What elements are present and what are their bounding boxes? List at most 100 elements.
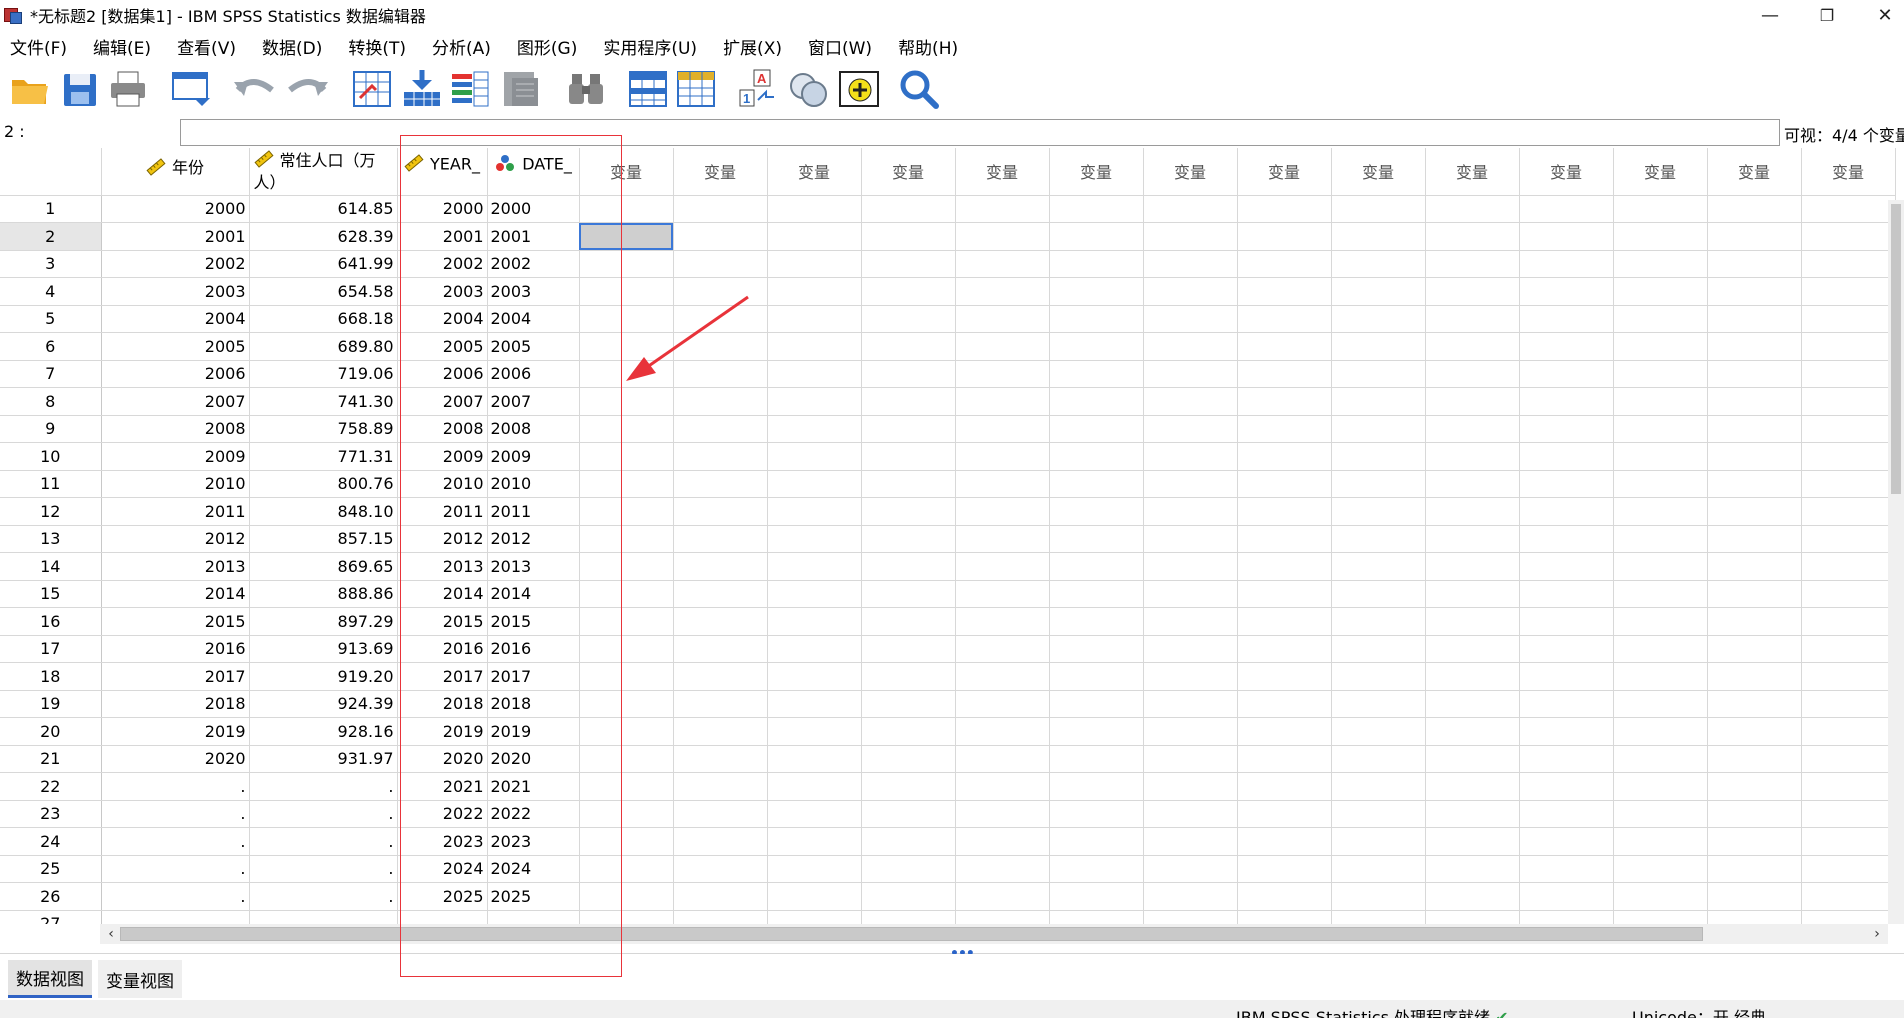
data-cell[interactable]: 2000 <box>487 195 580 223</box>
empty-cell[interactable] <box>1613 662 1708 691</box>
empty-cell[interactable] <box>1143 222 1238 251</box>
empty-cell[interactable] <box>579 772 674 801</box>
empty-cell[interactable] <box>1143 635 1238 663</box>
empty-cell[interactable] <box>1801 360 1896 388</box>
data-cell[interactable]: 2021 <box>397 772 488 801</box>
empty-cell[interactable] <box>579 607 674 636</box>
empty-cell[interactable] <box>1613 222 1708 251</box>
pane-splitter[interactable]: ••• <box>0 944 1904 962</box>
empty-cell[interactable] <box>673 305 768 333</box>
empty-cell[interactable] <box>767 745 862 773</box>
data-cell[interactable]: 2022 <box>397 800 488 828</box>
empty-cell[interactable] <box>861 552 956 581</box>
data-cell[interactable]: 2011 <box>101 497 250 526</box>
data-cell[interactable]: 2022 <box>487 800 580 828</box>
empty-cell[interactable] <box>1331 772 1426 801</box>
empty-cell[interactable] <box>1613 387 1708 416</box>
empty-cell[interactable] <box>1143 195 1238 223</box>
data-cell[interactable]: 2013 <box>487 552 580 581</box>
empty-cell[interactable] <box>1425 415 1520 443</box>
empty-cell[interactable] <box>1331 195 1426 223</box>
row-number[interactable]: 19 <box>0 690 102 718</box>
data-cell[interactable]: 2003 <box>487 277 580 306</box>
empty-cell[interactable] <box>1707 882 1802 911</box>
empty-cell[interactable] <box>1613 442 1708 471</box>
empty-cell[interactable] <box>673 222 768 251</box>
empty-cell[interactable] <box>955 580 1050 608</box>
row-number[interactable]: 25 <box>0 855 102 883</box>
grid-corner[interactable] <box>0 148 102 196</box>
empty-cell[interactable] <box>1707 332 1802 361</box>
empty-cell[interactable] <box>955 772 1050 801</box>
data-cell[interactable]: 2009 <box>487 442 580 471</box>
empty-cell[interactable] <box>1801 332 1896 361</box>
data-cell[interactable]: 2012 <box>397 525 488 553</box>
empty-cell[interactable] <box>673 497 768 526</box>
row-number[interactable]: 8 <box>0 387 102 416</box>
empty-cell[interactable] <box>1519 635 1614 663</box>
empty-cell[interactable] <box>1049 387 1144 416</box>
empty-cell[interactable] <box>955 222 1050 251</box>
data-cell[interactable] <box>487 910 580 924</box>
data-cell[interactable]: 2013 <box>397 552 488 581</box>
restore-button[interactable]: ❐ <box>1802 0 1852 30</box>
data-cell[interactable]: 928.16 <box>249 717 398 746</box>
empty-cell[interactable] <box>1143 415 1238 443</box>
data-cell[interactable]: 2000 <box>101 195 250 223</box>
empty-cell[interactable] <box>1801 772 1896 801</box>
data-cell[interactable]: 2025 <box>487 882 580 911</box>
empty-cell[interactable] <box>1519 772 1614 801</box>
data-cell[interactable]: . <box>249 827 398 856</box>
empty-cell[interactable] <box>1707 305 1802 333</box>
empty-cell[interactable] <box>1049 195 1144 223</box>
empty-cell[interactable] <box>1143 607 1238 636</box>
empty-cell[interactable] <box>1049 882 1144 911</box>
row-number[interactable]: 23 <box>0 800 102 828</box>
empty-cell[interactable] <box>1049 222 1144 251</box>
data-cell[interactable]: 2008 <box>397 415 488 443</box>
empty-cell[interactable] <box>1425 662 1520 691</box>
empty-variable-header[interactable]: 变量 <box>1049 148 1144 196</box>
data-cell[interactable]: 2011 <box>487 497 580 526</box>
data-cell[interactable]: 2025 <box>397 882 488 911</box>
empty-cell[interactable] <box>955 442 1050 471</box>
empty-cell[interactable] <box>1331 222 1426 251</box>
data-cell[interactable]: 2012 <box>101 525 250 553</box>
empty-cell[interactable] <box>579 387 674 416</box>
empty-cell[interactable] <box>1237 525 1332 553</box>
empty-cell[interactable] <box>1801 195 1896 223</box>
menu-item-9[interactable]: 窗口(W) <box>798 34 882 59</box>
data-cell[interactable]: 2001 <box>487 222 580 251</box>
undo-icon[interactable] <box>232 68 274 110</box>
close-button[interactable]: ✕ <box>1860 0 1904 30</box>
empty-cell[interactable] <box>1801 580 1896 608</box>
data-cell[interactable]: 2016 <box>397 635 488 663</box>
empty-cell[interactable] <box>1425 497 1520 526</box>
empty-cell[interactable] <box>955 387 1050 416</box>
menu-item-6[interactable]: 图形(G) <box>507 34 587 59</box>
row-number[interactable]: 26 <box>0 882 102 911</box>
empty-cell[interactable] <box>1613 497 1708 526</box>
empty-cell[interactable] <box>861 772 956 801</box>
menu-item-3[interactable]: 数据(D) <box>252 34 332 59</box>
empty-cell[interactable] <box>1237 195 1332 223</box>
row-number[interactable]: 12 <box>0 497 102 526</box>
empty-cell[interactable] <box>1707 607 1802 636</box>
empty-cell[interactable] <box>1237 855 1332 883</box>
empty-cell[interactable] <box>1331 662 1426 691</box>
data-cell[interactable]: 2010 <box>397 470 488 498</box>
empty-cell[interactable] <box>1425 552 1520 581</box>
empty-cell[interactable] <box>1237 772 1332 801</box>
menu-item-10[interactable]: 帮助(H) <box>888 34 968 59</box>
empty-cell[interactable] <box>1801 525 1896 553</box>
empty-cell[interactable] <box>1519 525 1614 553</box>
empty-cell[interactable] <box>1519 580 1614 608</box>
empty-cell[interactable] <box>1801 470 1896 498</box>
empty-cell[interactable] <box>955 662 1050 691</box>
empty-cell[interactable] <box>1425 800 1520 828</box>
empty-cell[interactable] <box>767 415 862 443</box>
menu-item-1[interactable]: 编辑(E) <box>83 34 161 59</box>
empty-cell[interactable] <box>1707 195 1802 223</box>
empty-variable-header[interactable]: 变量 <box>1613 148 1708 196</box>
menu-item-2[interactable]: 查看(V) <box>167 34 246 59</box>
